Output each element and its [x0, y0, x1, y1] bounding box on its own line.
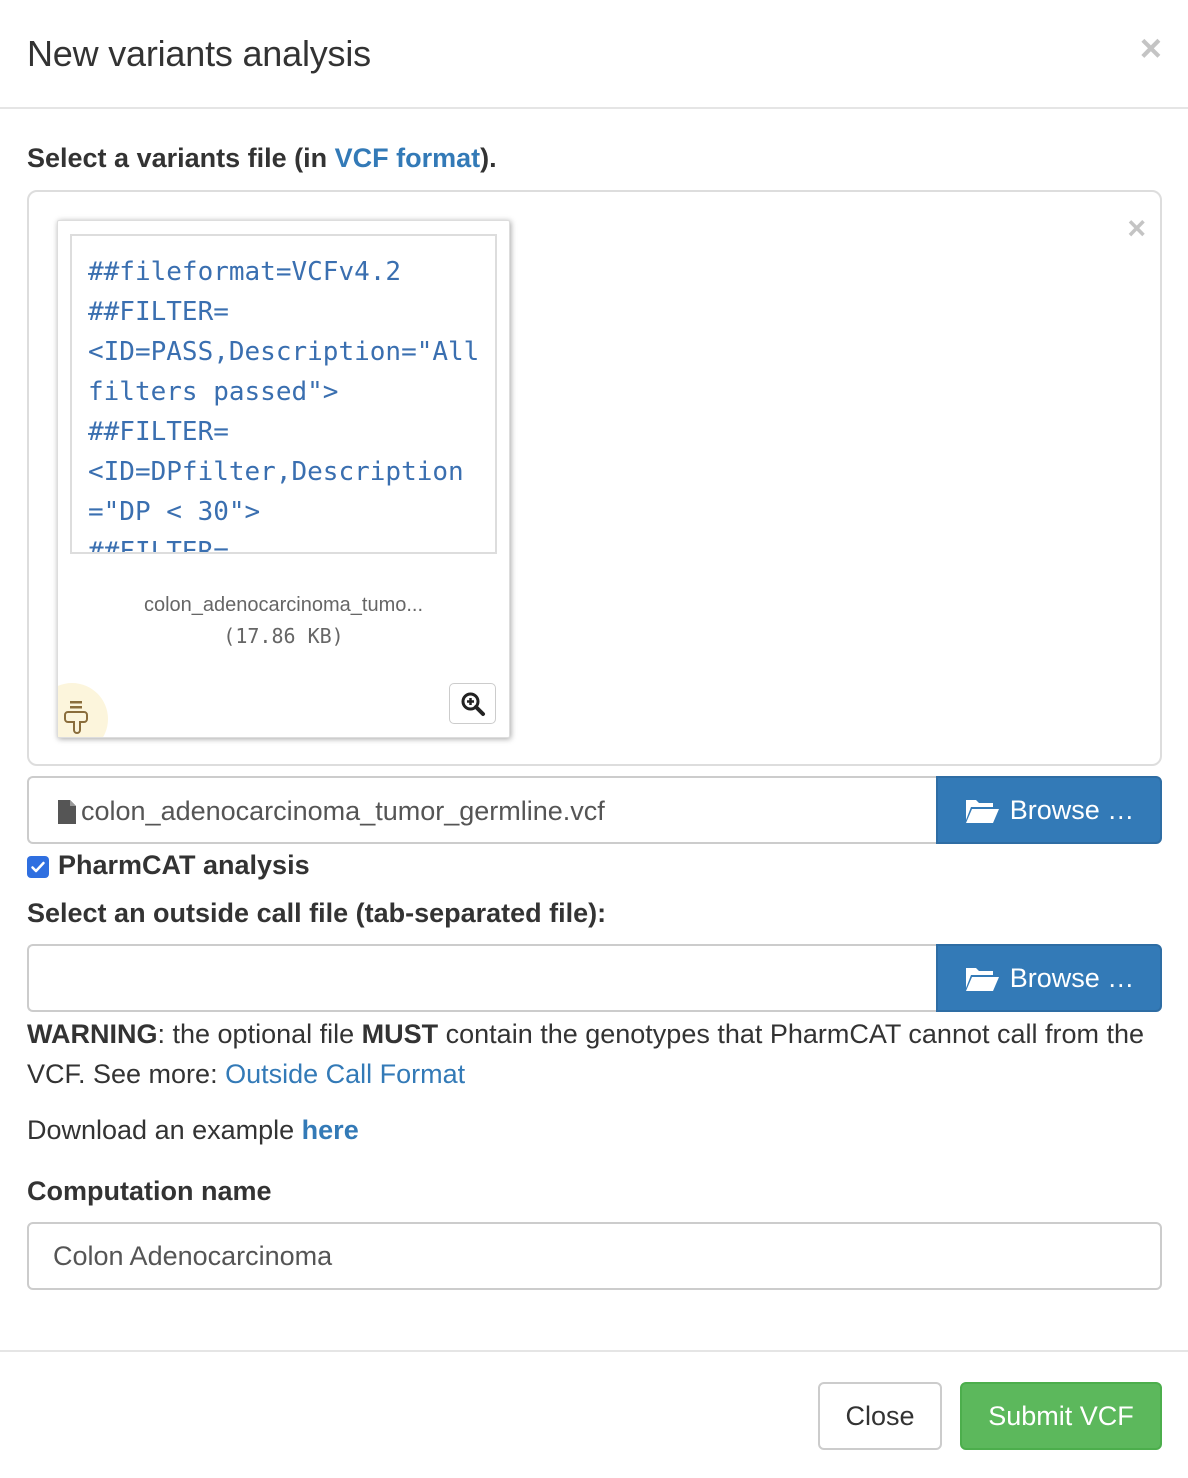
- outside-call-browse-button[interactable]: Browse …: [936, 944, 1162, 1012]
- outside-call-label: Select an outside call file (tab-separat…: [27, 898, 607, 928]
- drag-handle-icon[interactable]: [62, 699, 92, 735]
- vcf-file-caption[interactable]: colon_adenocarcinoma_tumor_germline.vcf: [27, 776, 937, 844]
- folder-open-icon: [965, 800, 999, 823]
- remove-file-icon[interactable]: ×: [1127, 212, 1146, 244]
- vcf-file-input-group: colon_adenocarcinoma_tumor_germline.vcf …: [27, 776, 1162, 844]
- file-content-preview: ##fileformat=VCFv4.2 ##FILTER= <ID=PASS,…: [70, 234, 497, 554]
- modal-header: New variants analysis ×: [0, 0, 1188, 109]
- pharmcat-checkbox[interactable]: [27, 855, 49, 878]
- file-icon: [58, 799, 76, 824]
- warning-text: WARNING: the optional file MUST contain …: [27, 1019, 1145, 1089]
- thumbnail-file-size: (17.86 KB): [223, 624, 344, 648]
- close-button[interactable]: Close: [818, 1382, 942, 1450]
- vcf-browse-button[interactable]: Browse …: [936, 776, 1162, 844]
- outside-call-format-link[interactable]: Outside Call Format: [225, 1059, 465, 1089]
- folder-open-icon: [965, 968, 999, 991]
- checkmark-icon: [31, 861, 45, 872]
- vcf-format-link[interactable]: VCF format: [335, 143, 481, 173]
- outside-call-input-group: Browse …: [27, 944, 1162, 1012]
- thumbnail-file-name: colon_adenocarcinoma_tumo...: [143, 594, 424, 616]
- file-preview-area: × ##fileformat=VCFv4.2 ##FILTER= <ID=PAS…: [27, 190, 1162, 766]
- outside-call-file-caption[interactable]: [27, 944, 937, 1012]
- zoom-in-icon: [461, 692, 485, 716]
- submit-vcf-button[interactable]: Submit VCF: [960, 1382, 1162, 1450]
- vcf-content-text: ##fileformat=VCFv4.2 ##FILTER= <ID=PASS,…: [88, 257, 480, 554]
- footer-divider: [0, 1350, 1188, 1352]
- close-icon[interactable]: ×: [1140, 30, 1162, 68]
- vcf-file-name: colon_adenocarcinoma_tumor_germline.vcf: [81, 796, 605, 826]
- file-thumbnail: ##fileformat=VCFv4.2 ##FILTER= <ID=PASS,…: [57, 220, 510, 738]
- vcf-file-label: Select a variants file (in VCF format).: [27, 143, 497, 173]
- modal-title: New variants analysis: [27, 33, 371, 74]
- download-example-link[interactable]: here: [302, 1115, 359, 1145]
- download-example-text: Download an example here: [27, 1115, 359, 1145]
- pharmcat-checkbox-row[interactable]: PharmCAT analysis: [27, 850, 310, 881]
- computation-name-input[interactable]: [27, 1222, 1162, 1290]
- pharmcat-label: PharmCAT analysis: [58, 850, 310, 880]
- computation-name-label: Computation name: [27, 1176, 272, 1206]
- zoom-button[interactable]: [449, 683, 496, 724]
